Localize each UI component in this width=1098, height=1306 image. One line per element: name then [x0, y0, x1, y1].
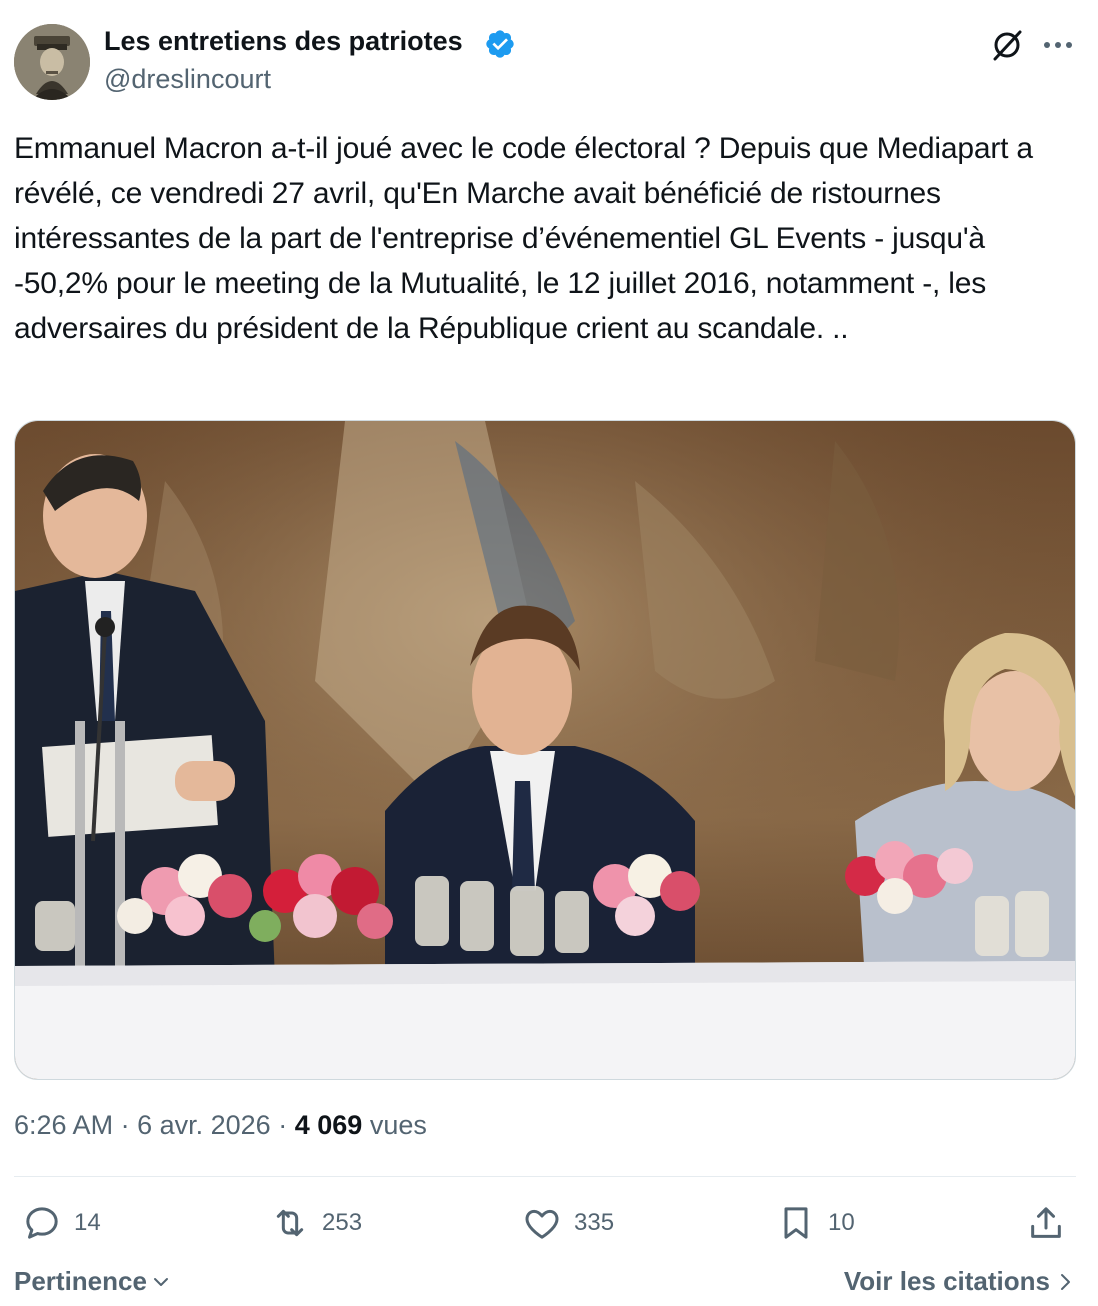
- quotes-label: Voir les citations: [843, 1266, 1050, 1296]
- reply-button[interactable]: 14: [22, 1200, 101, 1246]
- share-button[interactable]: [1026, 1200, 1066, 1246]
- meta-separator: ·: [278, 1110, 288, 1140]
- verified-badge-icon: [486, 30, 514, 58]
- reply-icon: [26, 1207, 58, 1239]
- view-quotes-link[interactable]: Voir les citations: [844, 1266, 1074, 1297]
- tweet-photo[interactable]: [14, 420, 1076, 1080]
- photo-dinner-scene-icon: [15, 421, 1075, 1079]
- views-count: 4 069: [294, 1110, 363, 1140]
- bookmark-icon: [784, 1207, 808, 1239]
- tweet-container: Les entretiens des patriotes @dreslincou…: [0, 0, 1098, 1306]
- repost-button[interactable]: 253: [270, 1200, 362, 1246]
- chevron-right-icon: [1061, 1273, 1070, 1290]
- avatar-portrait-icon: [14, 24, 90, 100]
- sort-label: Pertinence: [14, 1266, 147, 1296]
- share-icon: [1031, 1207, 1061, 1238]
- heart-icon: [525, 1209, 559, 1239]
- author-name[interactable]: Les entretiens des patriotes: [104, 26, 463, 57]
- repost-count: 253: [322, 1209, 363, 1236]
- like-count: 335: [574, 1209, 615, 1236]
- meta-separator: ·: [120, 1110, 130, 1140]
- sort-dropdown[interactable]: Pertinence: [14, 1266, 171, 1297]
- reply-count: 14: [74, 1209, 101, 1236]
- like-button[interactable]: 335: [522, 1200, 614, 1246]
- chevron-down-icon: [153, 1277, 168, 1286]
- tweet-text: Emmanuel Macron a-t-il joué avec le code…: [14, 132, 1033, 345]
- grok-icon[interactable]: [990, 28, 1024, 62]
- tweet-time[interactable]: 6:26 AM: [14, 1110, 113, 1140]
- views-label: vues: [369, 1110, 427, 1140]
- author-handle[interactable]: @dreslincourt: [104, 64, 271, 95]
- avatar[interactable]: [14, 24, 90, 100]
- bookmark-button[interactable]: 10: [776, 1200, 855, 1246]
- tweet-date[interactable]: 6 avr. 2026: [137, 1110, 271, 1140]
- tweet-meta: 6:26 AM · 6 avr. 2026 · 4 069 vues: [14, 1110, 427, 1141]
- repost-icon: [276, 1209, 304, 1237]
- divider: [14, 1176, 1076, 1177]
- more-icon[interactable]: [1040, 30, 1076, 60]
- bookmark-count: 10: [828, 1209, 855, 1236]
